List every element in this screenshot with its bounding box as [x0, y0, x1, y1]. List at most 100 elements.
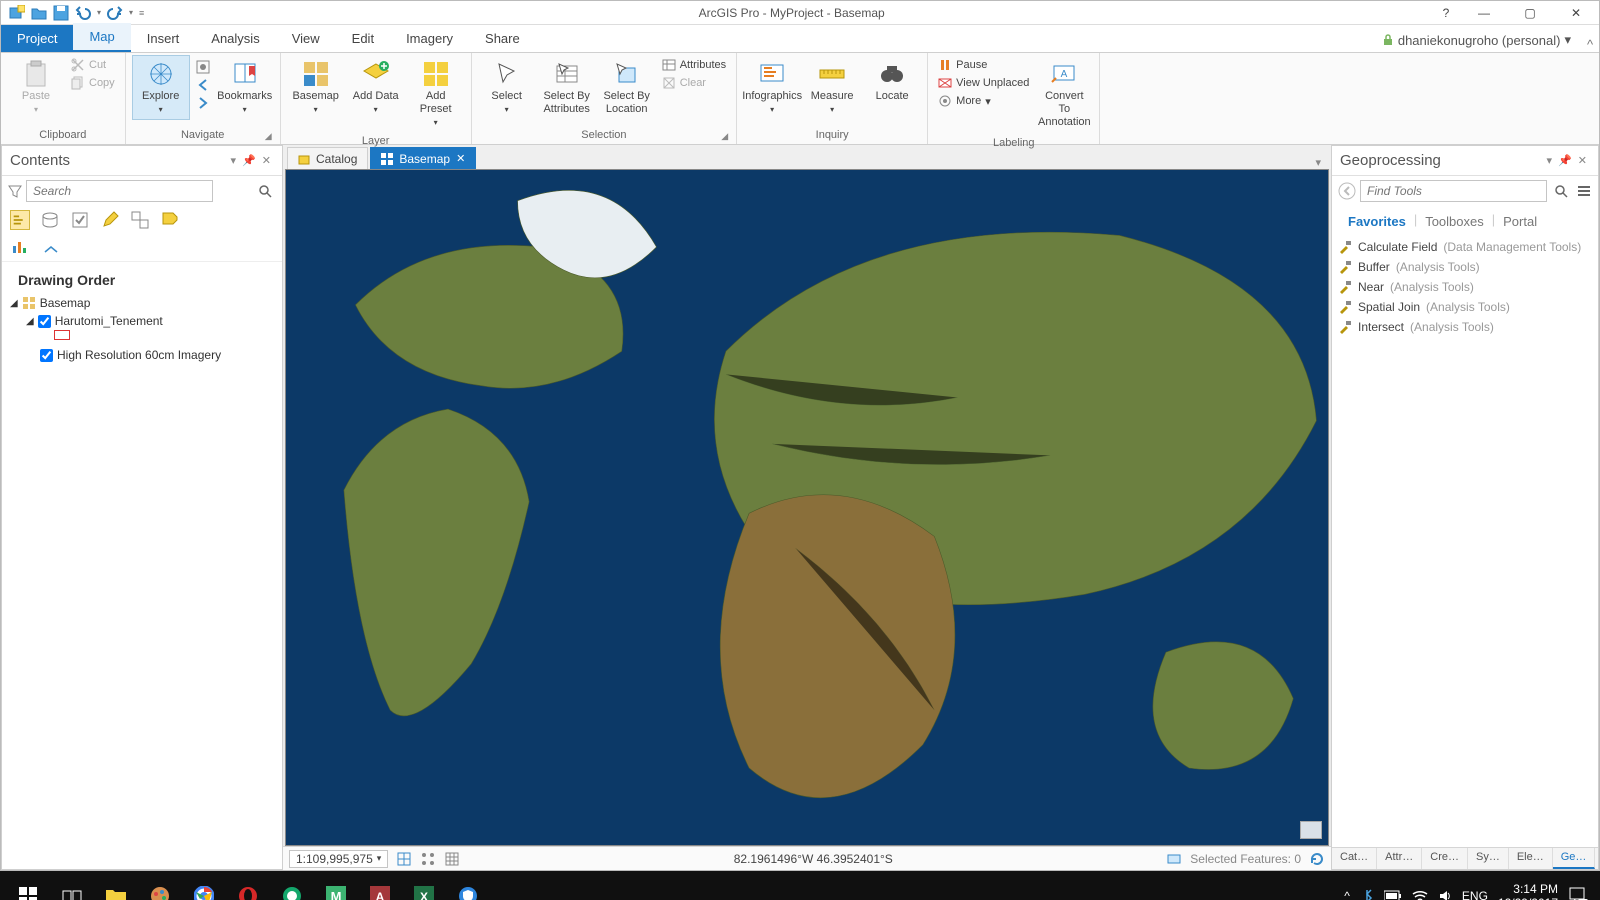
full-extent-button[interactable] — [192, 59, 214, 75]
clock[interactable]: 3:14 PM 12/29/2017 — [1498, 882, 1558, 900]
volume-icon[interactable] — [1438, 889, 1452, 900]
copy-button[interactable]: Copy — [67, 75, 119, 91]
undo-icon[interactable] — [75, 5, 91, 21]
view-menu-icon[interactable]: ▾ — [1315, 156, 1327, 169]
new-project-icon[interactable] — [9, 5, 25, 21]
close-panel-icon[interactable]: ✕ — [259, 154, 274, 167]
add-preset-button[interactable]: Add Preset▾ — [407, 55, 465, 133]
gp-tab-favorites[interactable]: Favorites — [1340, 212, 1414, 231]
gp-tab-toolboxes[interactable]: Toolboxes — [1417, 212, 1492, 231]
map-canvas[interactable] — [285, 169, 1329, 846]
select-by-location-button[interactable]: Select By Location — [598, 55, 656, 121]
tab-edit[interactable]: Edit — [336, 25, 390, 52]
close-panel-icon[interactable]: ✕ — [1575, 154, 1590, 167]
list-by-editing-icon[interactable] — [100, 210, 120, 230]
convert-annotation-button[interactable]: AConvert To Annotation — [1035, 55, 1093, 135]
redo-dropdown-icon[interactable]: ▾ — [129, 8, 133, 17]
collapse-ribbon-icon[interactable]: ^ — [1581, 37, 1599, 52]
dialog-launcher-icon[interactable]: ◢ — [265, 131, 272, 142]
signed-in-user[interactable]: dhaniekonugroho (personal) ▾ — [1372, 28, 1581, 52]
panel-tab[interactable]: Cat… — [1332, 848, 1377, 869]
list-by-labeling-icon[interactable] — [160, 210, 180, 230]
paint-button[interactable] — [138, 876, 182, 900]
dialog-launcher-icon[interactable]: ◢ — [721, 131, 728, 142]
tool-row[interactable]: Intersect (Analysis Tools) — [1336, 317, 1594, 337]
chart-icon[interactable] — [10, 236, 30, 256]
menu-icon[interactable] — [1576, 183, 1592, 199]
cut-button[interactable]: Cut — [67, 57, 119, 73]
chrome-button[interactable] — [182, 876, 226, 900]
tool-row[interactable]: Spatial Join (Analysis Tools) — [1336, 297, 1594, 317]
find-tools-input[interactable] — [1360, 180, 1547, 202]
tree-root[interactable]: ◢ Basemap — [8, 294, 276, 312]
layer-row[interactable]: ◢ Harutomi_Tenement — [8, 312, 276, 330]
layer-visibility-checkbox[interactable] — [40, 349, 53, 362]
language-indicator[interactable]: ENG — [1462, 889, 1488, 900]
pin-icon[interactable]: 📌 — [239, 154, 259, 167]
maximize-button[interactable]: ▢ — [1507, 1, 1553, 25]
panel-tab[interactable]: Ge… — [1553, 848, 1596, 869]
explore-button[interactable]: Explore▾ — [132, 55, 190, 120]
list-by-drawing-order-icon[interactable] — [10, 210, 30, 230]
pin-icon[interactable]: 📌 — [1555, 154, 1575, 167]
bookmarks-button[interactable]: Bookmarks▾ — [216, 55, 274, 120]
close-tab-icon[interactable]: ✕ — [456, 152, 465, 165]
measure-button[interactable]: Measure▾ — [803, 55, 861, 120]
refresh-icon[interactable] — [1309, 851, 1325, 867]
tab-analysis[interactable]: Analysis — [195, 25, 275, 52]
back-icon[interactable] — [1338, 182, 1356, 200]
panel-tab[interactable]: Ras… — [1595, 848, 1600, 869]
grid-icon[interactable] — [444, 851, 460, 867]
layer-visibility-checkbox[interactable] — [38, 315, 51, 328]
autohide-icon[interactable]: ▾ — [1544, 154, 1556, 167]
undo-dropdown-icon[interactable]: ▾ — [97, 8, 101, 17]
locate-button[interactable]: Locate — [863, 55, 921, 108]
contents-search-input[interactable] — [26, 180, 213, 202]
app-button[interactable] — [270, 876, 314, 900]
basemap-button[interactable]: Basemap▾ — [287, 55, 345, 120]
view-unplaced-button[interactable]: View Unplaced — [934, 75, 1033, 91]
mapinfo-button[interactable]: M — [314, 876, 358, 900]
panel-tab[interactable]: Sy… — [1468, 848, 1509, 869]
search-icon[interactable] — [1554, 184, 1568, 198]
opera-button[interactable] — [226, 876, 270, 900]
select-button[interactable]: Select▾ — [478, 55, 536, 120]
clear-button[interactable]: Clear — [658, 75, 730, 91]
bluetooth-icon[interactable] — [1360, 889, 1374, 900]
tab-map[interactable]: Map — [73, 23, 130, 52]
redo-icon[interactable] — [107, 5, 123, 21]
expand-icon[interactable]: ◢ — [10, 298, 18, 309]
tool-row[interactable]: Calculate Field (Data Management Tools) — [1336, 237, 1594, 257]
minimize-button[interactable]: — — [1461, 1, 1507, 25]
attribution-icon[interactable] — [1300, 821, 1322, 839]
infographics-button[interactable]: Infographics▾ — [743, 55, 801, 120]
excel-button[interactable]: X — [402, 876, 446, 900]
panel-tab[interactable]: Ele… — [1509, 848, 1553, 869]
wifi-icon[interactable] — [1412, 890, 1428, 900]
tab-project[interactable]: Project — [1, 25, 73, 52]
help-button[interactable]: ? — [1431, 1, 1461, 25]
prev-extent-button[interactable] — [192, 77, 214, 93]
snap-grid-icon[interactable] — [396, 851, 412, 867]
attributes-button[interactable]: Attributes — [658, 57, 730, 73]
list-by-selection-icon[interactable] — [70, 210, 90, 230]
layer-row[interactable]: High Resolution 60cm Imagery — [8, 346, 276, 364]
file-explorer-button[interactable] — [94, 876, 138, 900]
tool-row[interactable]: Near (Analysis Tools) — [1336, 277, 1594, 297]
layer-symbol[interactable] — [54, 330, 70, 340]
qat-customize-icon[interactable]: ≡ — [139, 8, 144, 18]
action-center-button[interactable]: 2 — [1568, 886, 1586, 900]
panel-tab[interactable]: Attr… — [1377, 848, 1422, 869]
add-data-button[interactable]: Add Data▾ — [347, 55, 405, 120]
more-labeling-button[interactable]: More ▾ — [934, 93, 1033, 109]
battery-icon[interactable] — [1384, 890, 1402, 900]
tab-share[interactable]: Share — [469, 25, 536, 52]
gp-tab-portal[interactable]: Portal — [1495, 212, 1545, 231]
tab-view[interactable]: View — [276, 25, 336, 52]
autohide-icon[interactable]: ▾ — [228, 154, 240, 167]
tab-catalog[interactable]: Catalog — [287, 147, 368, 169]
open-project-icon[interactable] — [31, 5, 47, 21]
start-button[interactable] — [6, 876, 50, 900]
list-by-source-icon[interactable] — [40, 210, 60, 230]
search-icon[interactable] — [258, 184, 272, 198]
